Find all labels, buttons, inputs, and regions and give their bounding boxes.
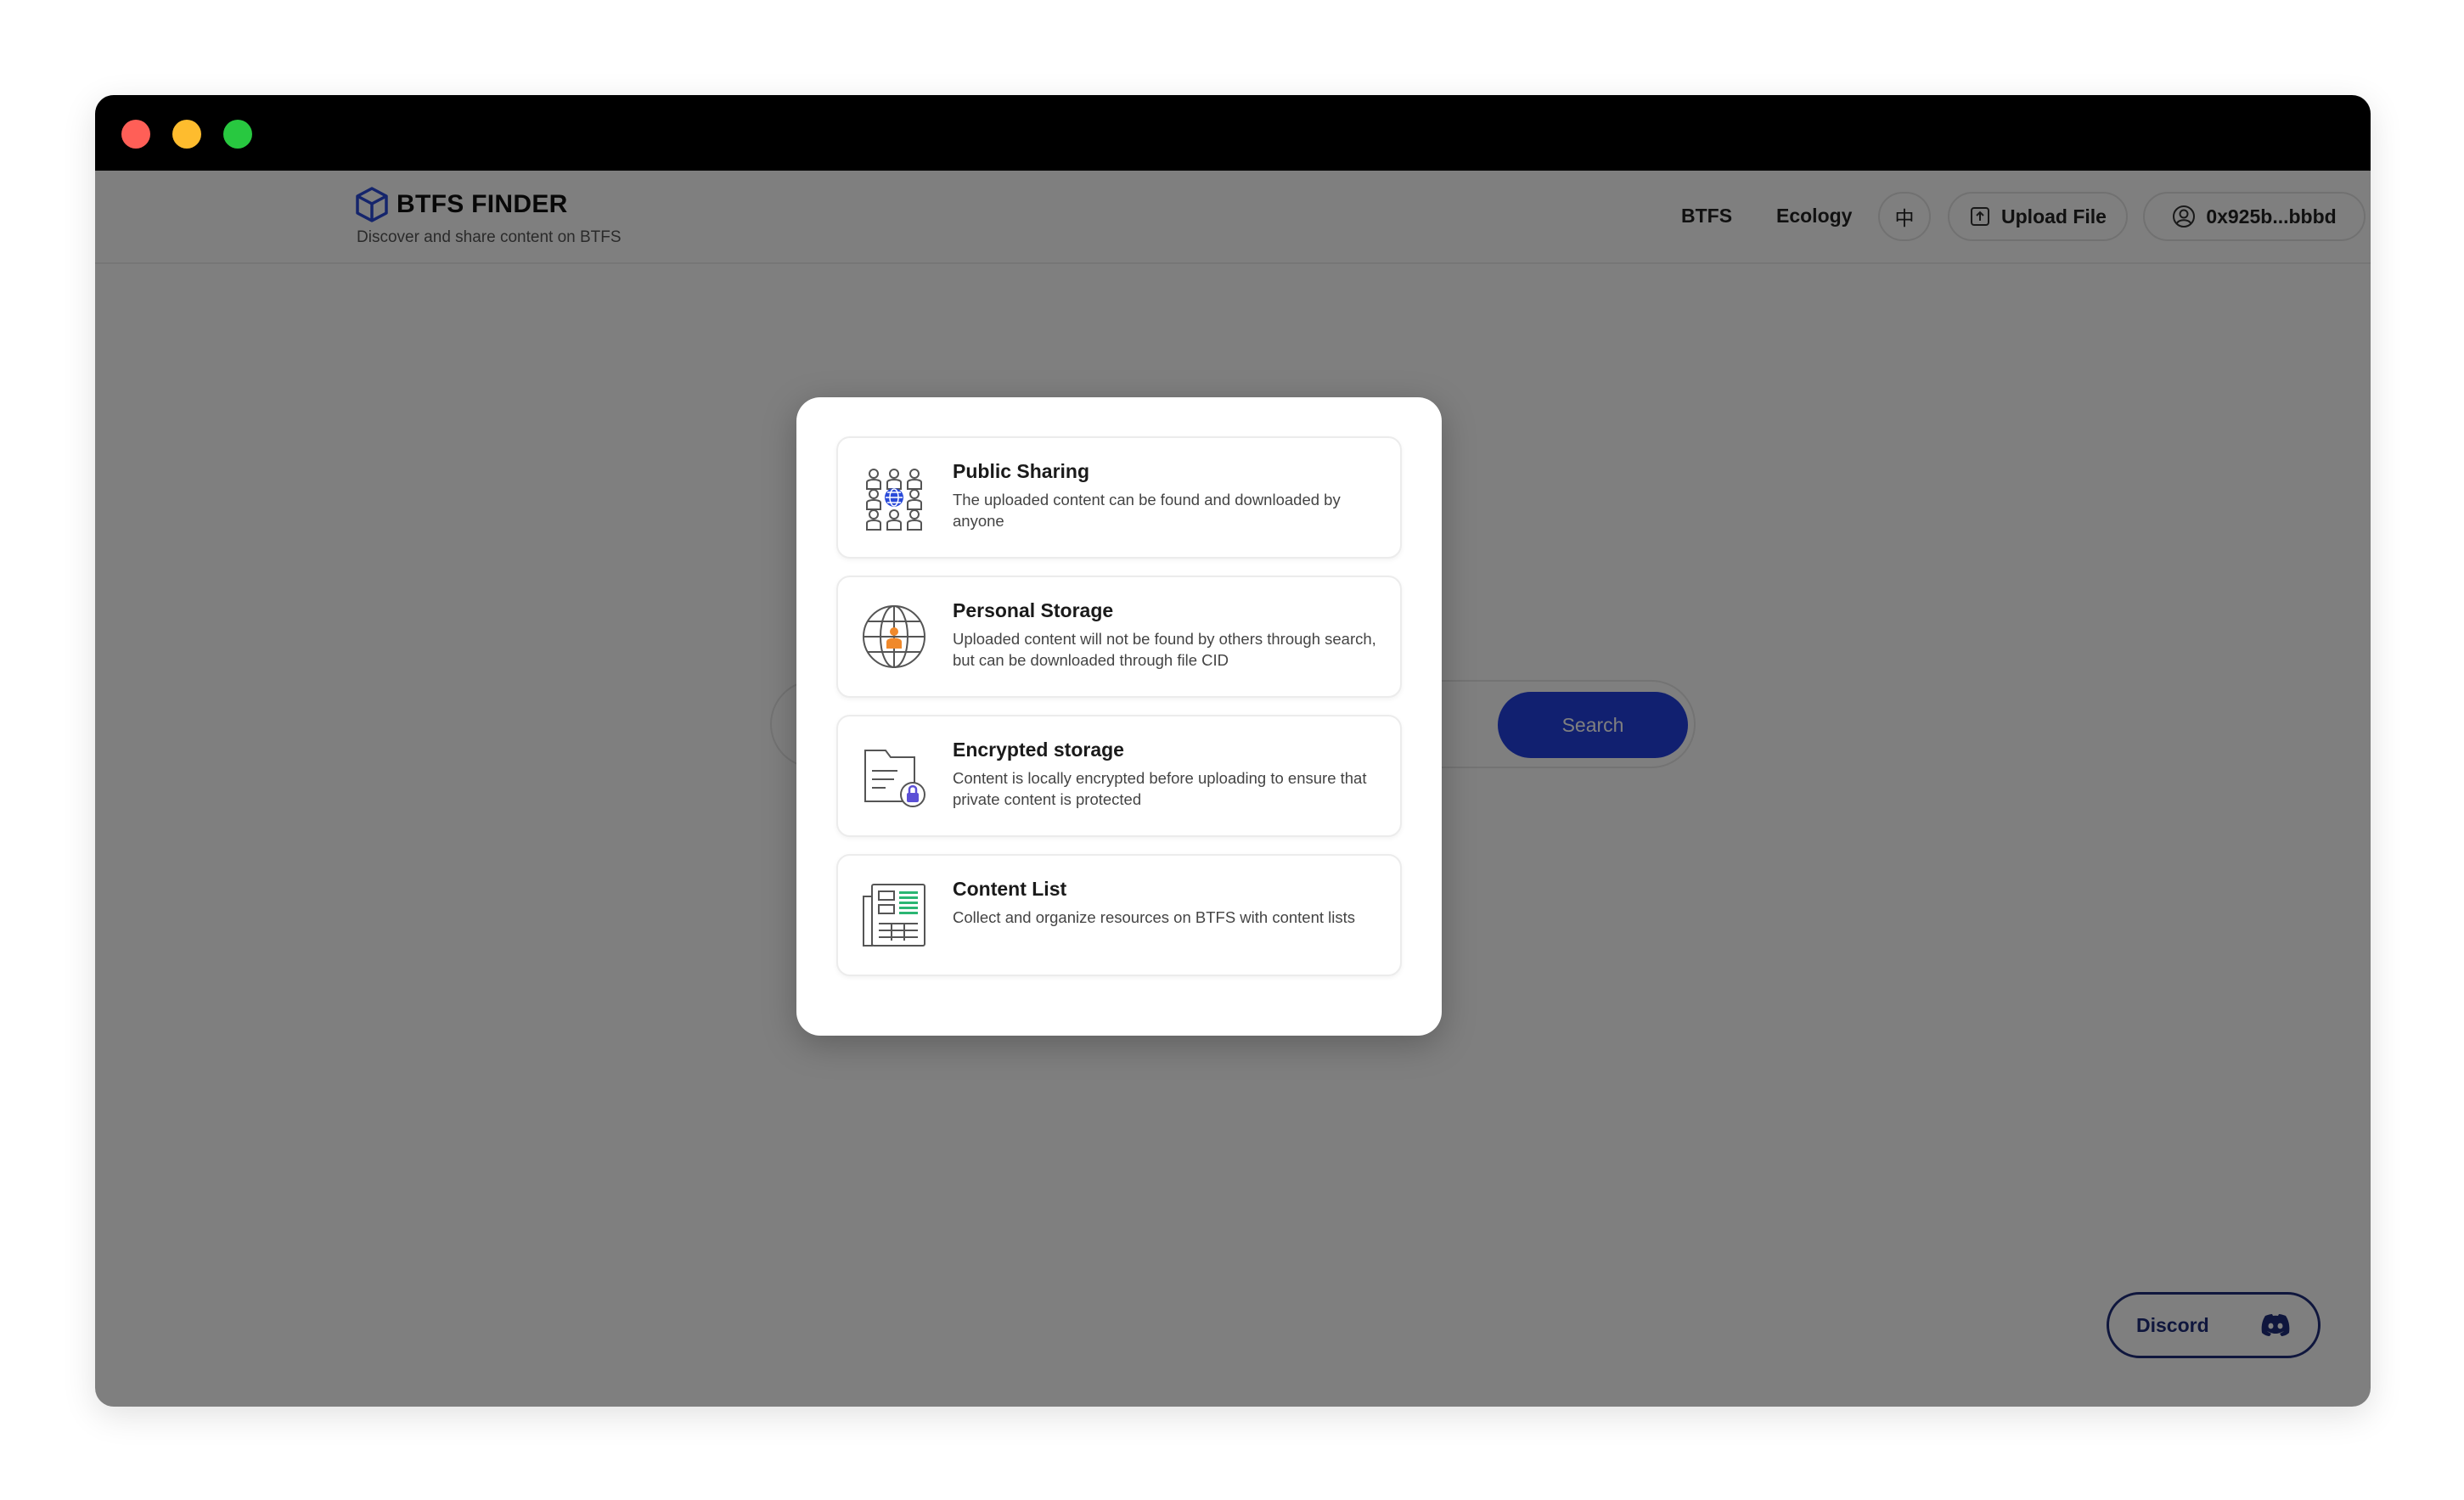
option-content-list[interactable]: Content List Collect and organize resour… bbox=[836, 854, 1402, 976]
option-encrypted-storage[interactable]: Encrypted storage Content is locally enc… bbox=[836, 715, 1402, 837]
option-title: Encrypted storage bbox=[953, 739, 1124, 761]
title-bar bbox=[95, 95, 2371, 171]
public-sharing-icon bbox=[866, 469, 922, 531]
option-description: Collect and organize resources on BTFS w… bbox=[953, 908, 1356, 926]
upload-type-modal: Public Sharing The uploaded content can … bbox=[796, 397, 1442, 1036]
option-personal-storage[interactable]: Personal Storage Uploaded content will n… bbox=[836, 576, 1402, 698]
option-title: Personal Storage bbox=[953, 599, 1114, 621]
option-description: Content is locally encrypted before uplo… bbox=[953, 769, 1367, 808]
maximize-window-button[interactable] bbox=[223, 120, 252, 149]
option-public-sharing[interactable]: Public Sharing The uploaded content can … bbox=[836, 436, 1402, 559]
option-title: Public Sharing bbox=[953, 460, 1090, 482]
option-title: Content List bbox=[953, 878, 1067, 900]
minimize-window-button[interactable] bbox=[172, 120, 201, 149]
option-description: The uploaded content can be found and do… bbox=[953, 491, 1341, 530]
globe-icon bbox=[863, 605, 925, 668]
encrypted-folder-icon bbox=[864, 750, 925, 807]
option-description: Uploaded content will not be found by ot… bbox=[953, 630, 1376, 669]
close-window-button[interactable] bbox=[121, 120, 150, 149]
content-list-icon bbox=[863, 884, 925, 947]
